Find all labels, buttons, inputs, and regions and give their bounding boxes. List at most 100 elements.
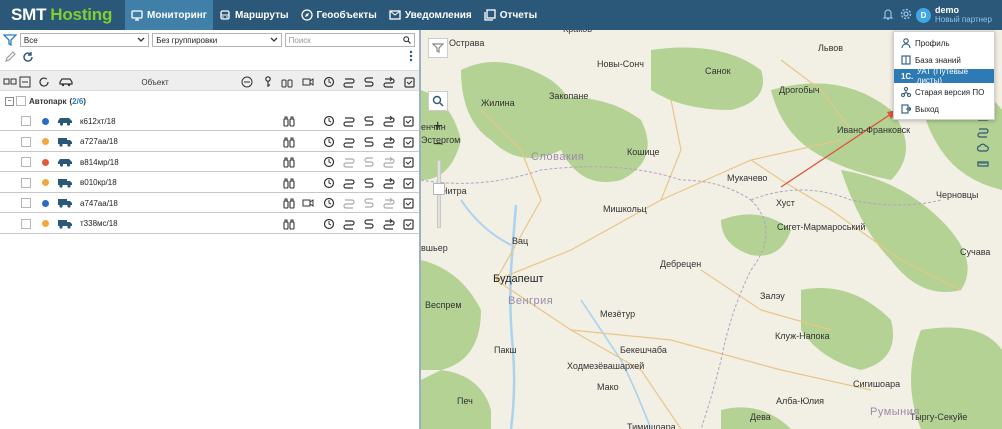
row-checkbox[interactable]: [21, 196, 31, 210]
menu-item-old-version[interactable]: Старая версия ПО: [894, 85, 994, 99]
vehicle-plate[interactable]: в814мр/18: [80, 155, 119, 169]
table-row[interactable]: а747аа/18: [0, 193, 419, 213]
track-icon[interactable]: [363, 176, 375, 190]
history-icon[interactable]: [323, 217, 335, 231]
bell-icon[interactable]: [882, 8, 894, 20]
menu-item-profile[interactable]: Профиль: [894, 36, 994, 50]
clipboard-icon[interactable]: [403, 217, 414, 231]
trip-icon[interactable]: [383, 114, 395, 128]
trip-icon[interactable]: [383, 176, 395, 190]
tab-monitoring[interactable]: Мониторинг: [125, 0, 213, 30]
history-icon[interactable]: [322, 75, 336, 89]
brand-logo[interactable]: SMT Hosting: [0, 0, 125, 30]
more-vertical-icon[interactable]: [409, 50, 413, 62]
history-icon[interactable]: [323, 176, 335, 190]
row-checkbox[interactable]: [21, 217, 31, 231]
user-account-button[interactable]: D demo Новый партнер: [912, 0, 1002, 30]
trip-icon[interactable]: [383, 135, 395, 149]
history-icon[interactable]: [323, 196, 335, 210]
zoom-out-button[interactable]: −: [433, 137, 442, 153]
route-icon[interactable]: [343, 217, 355, 231]
route-icon[interactable]: [343, 196, 355, 210]
row-checkbox[interactable]: [21, 155, 31, 169]
clipboard-icon[interactable]: [403, 176, 414, 190]
menu-item-knowledge-base[interactable]: База знаний: [894, 53, 994, 67]
route-icon[interactable]: [343, 114, 355, 128]
pencil-icon[interactable]: [4, 50, 16, 63]
binoculars-icon[interactable]: [283, 217, 295, 231]
video-icon[interactable]: [302, 75, 314, 89]
speed-icon[interactable]: [240, 75, 254, 89]
track-icon[interactable]: [363, 155, 375, 169]
table-row[interactable]: а727аа/18: [0, 132, 419, 152]
table-row[interactable]: в010кр/18: [0, 173, 419, 193]
table-row[interactable]: к612хт/18: [0, 111, 419, 131]
group-checkbox[interactable]: [16, 96, 26, 106]
vehicle-plate[interactable]: а747аа/18: [80, 196, 118, 210]
vehicle-plate[interactable]: в010кр/18: [80, 176, 117, 190]
trip-icon[interactable]: [383, 196, 395, 210]
table-row[interactable]: в814мр/18: [0, 152, 419, 172]
grouping-select[interactable]: Без группировки: [152, 33, 282, 47]
history-icon[interactable]: [323, 135, 335, 149]
tab-routes[interactable]: Маршруты: [213, 0, 295, 30]
menu-item-logout[interactable]: Выход: [894, 102, 994, 116]
map-search-button[interactable]: [428, 91, 448, 111]
binoculars-icon[interactable]: [283, 135, 295, 149]
status-select[interactable]: Все: [19, 33, 150, 47]
tab-geoobjects[interactable]: Геообъекты: [295, 0, 383, 30]
track-icon[interactable]: [363, 217, 375, 231]
track-icon[interactable]: [363, 135, 375, 149]
clipboard-icon[interactable]: [403, 135, 414, 149]
key-icon[interactable]: [262, 75, 274, 89]
route-icon[interactable]: [342, 75, 356, 89]
collapse-all-icon[interactable]: [18, 75, 32, 89]
history-icon[interactable]: [323, 155, 335, 169]
car-column-icon[interactable]: [58, 75, 74, 89]
zoom-in-button[interactable]: +: [433, 119, 442, 135]
clipboard-icon[interactable]: [402, 75, 416, 89]
map-filter-button[interactable]: [428, 38, 448, 58]
vehicle-plate[interactable]: к612хт/18: [80, 114, 116, 128]
vehicle-plate[interactable]: а727аа/18: [80, 135, 118, 149]
binoculars-icon[interactable]: [283, 155, 295, 169]
trip-icon[interactable]: [383, 217, 395, 231]
row-checkbox[interactable]: [21, 135, 31, 149]
route-icon[interactable]: [343, 176, 355, 190]
binoculars-icon[interactable]: [283, 196, 295, 210]
search-input[interactable]: Поиск: [284, 33, 415, 47]
collapse-group-icon[interactable]: −: [5, 96, 14, 106]
route-icon[interactable]: [343, 135, 355, 149]
menu-item-uat-waybills[interactable]: 1С. УАТ (Путевые листы): [894, 67, 994, 85]
row-checkbox[interactable]: [21, 114, 31, 128]
column-object[interactable]: Объект: [80, 75, 230, 89]
trip-icon[interactable]: [383, 155, 395, 169]
row-checkbox[interactable]: [21, 176, 31, 190]
clipboard-icon[interactable]: [403, 114, 414, 128]
route-icon[interactable]: [343, 155, 355, 169]
refresh-icon[interactable]: [22, 51, 34, 63]
video-icon[interactable]: [302, 196, 314, 210]
tab-notifications[interactable]: Уведомления: [383, 0, 478, 30]
clipboard-icon[interactable]: [403, 155, 414, 169]
weather-tool-icon[interactable]: [977, 142, 989, 154]
clipboard-icon[interactable]: [403, 196, 414, 210]
ruler-tool-icon[interactable]: [977, 158, 989, 170]
route-tool-icon[interactable]: [977, 126, 989, 138]
trip-icon[interactable]: [382, 75, 396, 89]
group-row[interactable]: − Автопарк ( 2/6 ): [0, 94, 86, 108]
zoom-slider-handle[interactable]: [433, 183, 445, 195]
expand-all-icon[interactable]: [3, 75, 17, 89]
table-row[interactable]: т338мс/18: [0, 214, 419, 234]
track-icon[interactable]: [363, 196, 375, 210]
binoculars-icon[interactable]: [283, 176, 295, 190]
history-icon[interactable]: [323, 114, 335, 128]
binoculars-icon[interactable]: [283, 114, 295, 128]
track-icon[interactable]: [363, 114, 375, 128]
tab-reports[interactable]: Отчеты: [478, 0, 543, 30]
gear-icon[interactable]: [900, 8, 912, 20]
refresh-column-icon[interactable]: [37, 75, 51, 89]
binoculars-icon[interactable]: [281, 75, 293, 89]
filter-icon[interactable]: [3, 33, 17, 47]
vehicle-plate[interactable]: т338мс/18: [80, 217, 118, 231]
